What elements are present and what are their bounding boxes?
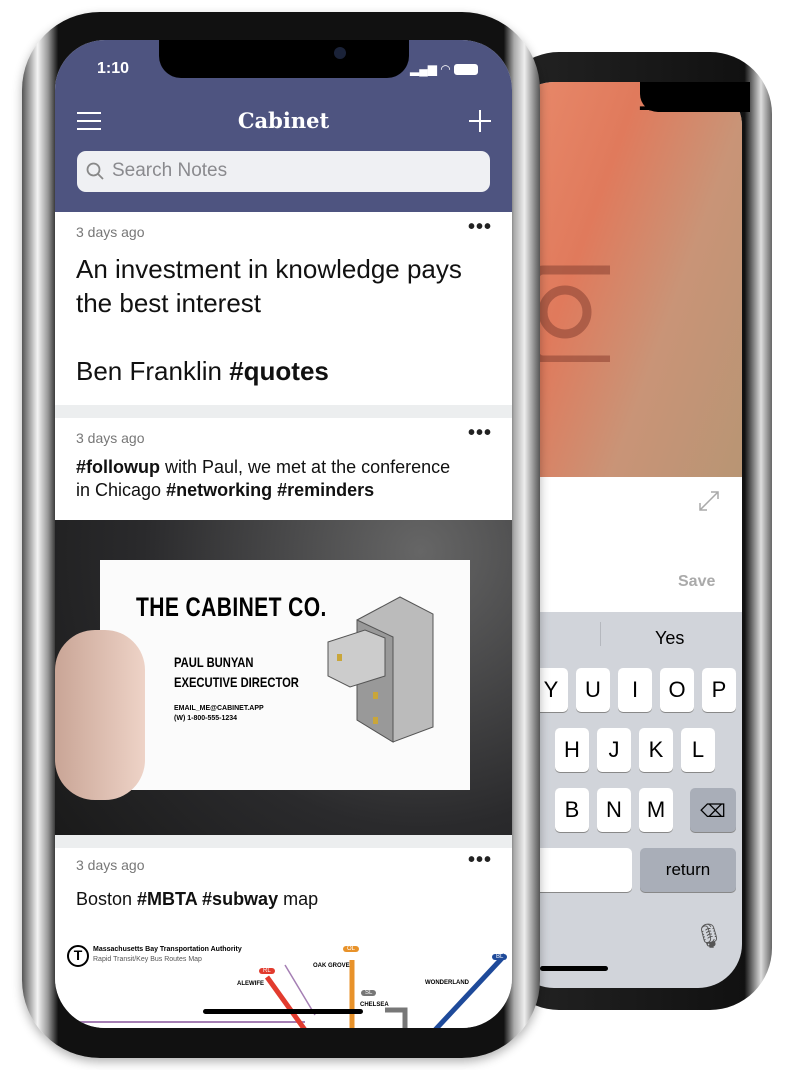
note-line: with Paul, we met at the conference [160,457,451,477]
front-notch [159,40,409,78]
hashtag[interactable]: #networking [166,480,272,500]
filing-cabinet-icon [327,596,434,743]
map-station: CHELSEA [360,1002,389,1008]
key-u[interactable]: U [576,668,610,712]
note-timestamp: 3 days ago [76,430,145,446]
card-role: EXECUTIVE DIRECTOR [174,674,299,690]
map-station: ALEWIFE [237,981,264,987]
microphone-icon[interactable]: 🎙︎ [694,922,724,951]
card-email: EMAIL_ME@CABINET.APP [174,705,264,712]
note-timestamp: 3 days ago [76,224,145,240]
battery-icon [454,64,479,76]
back-phone-screen: ▂▄▆ ◠ Save Yes Y U I O P H J K L B N M ⌫… [510,82,742,988]
search-icon [86,162,104,180]
note-editor[interactable]: Save [510,477,742,612]
home-indicator [203,1009,363,1014]
search-placeholder: Search Notes [112,160,228,181]
more-options-icon[interactable]: ••• [468,216,492,239]
hashtag[interactable]: #followup [76,457,160,477]
note-line: An investment in knowledge pays [76,254,462,284]
back-notch [640,82,750,112]
thumb [55,630,145,800]
note-line: Boston [76,889,138,909]
key-n[interactable]: N [597,788,631,832]
more-options-icon[interactable]: ••• [468,422,492,445]
search-input[interactable]: Search Notes [77,151,490,192]
card-name: PAUL BUNYAN [174,654,254,670]
key-b[interactable]: B [555,788,589,832]
line-badge: BL [492,954,508,960]
hashtag[interactable]: #MBTA [137,889,197,909]
front-camera [334,47,346,59]
note-line: the best interest [76,288,261,318]
note-text: Boston #MBTA #subway map [76,889,318,910]
note-image[interactable]: THE CABINET CO. PAUL BUNYAN EXECUTIVE DI… [55,520,512,835]
card-phone: (W) 1-800-555-1234 [174,715,238,722]
line-badge: OL [343,946,360,952]
mbta-map[interactable]: T Massachusetts Bay Transportation Autho… [55,940,512,1028]
note-text: #followup with Paul, we met at the confe… [76,456,450,502]
camera-icon [530,265,610,362]
key-h[interactable]: H [555,728,589,772]
expand-icon[interactable] [697,489,721,513]
status-time: 1:10 [97,60,130,77]
return-key[interactable]: return [640,848,736,892]
business-card: THE CABINET CO. PAUL BUNYAN EXECUTIVE DI… [55,560,470,800]
save-button[interactable]: Save [678,573,715,591]
hashtag[interactable]: #subway [197,889,278,909]
line-badge: SL [361,990,377,996]
more-options-icon[interactable]: ••• [468,849,492,872]
suggestion-yes[interactable]: Yes [655,628,684,649]
status-icons: ▂▄▆ ◠ [410,62,479,76]
key-j[interactable]: J [597,728,631,772]
backspace-icon: ⌫ [700,801,726,821]
note-card[interactable]: 3 days ago ••• #followup with Paul, we m… [55,418,512,835]
page-title: Cabinet [237,108,330,133]
front-phone-screen: 1:10 ▂▄▆ ◠ Cabinet Search Notes 3 days a… [55,40,512,1028]
map-station: OAK GROVE [313,963,350,969]
note-timestamp: 3 days ago [76,857,145,873]
key-p[interactable]: P [702,668,736,712]
note-line: map [278,889,319,909]
note-card[interactable]: 3 days ago ••• Boston #MBTA #subway map … [55,848,512,1028]
key-i[interactable]: I [618,668,652,712]
note-line: in Chicago [76,480,167,500]
key-m[interactable]: M [639,788,673,832]
note-text: An investment in knowledge pays the best… [76,252,462,388]
home-indicator [540,966,608,971]
add-note-icon[interactable] [469,110,491,132]
hashtag[interactable]: #quotes [229,356,329,386]
card-company: THE CABINET CO. [136,592,327,622]
backspace-key[interactable]: ⌫ [690,788,736,832]
map-station: WONDERLAND [425,980,469,986]
key-o[interactable]: O [660,668,694,712]
note-author: Ben Franklin [76,356,230,386]
photo-placeholder[interactable]: ▂▄▆ ◠ [510,82,742,477]
key-l[interactable]: L [681,728,715,772]
line-badge: RL [259,968,275,974]
key-k[interactable]: K [639,728,673,772]
note-card[interactable]: 3 days ago ••• An investment in knowledg… [55,212,512,405]
hashtag[interactable]: #reminders [272,480,374,500]
divider [600,622,601,646]
note-line: Ben Franklin #quotes [76,354,462,388]
